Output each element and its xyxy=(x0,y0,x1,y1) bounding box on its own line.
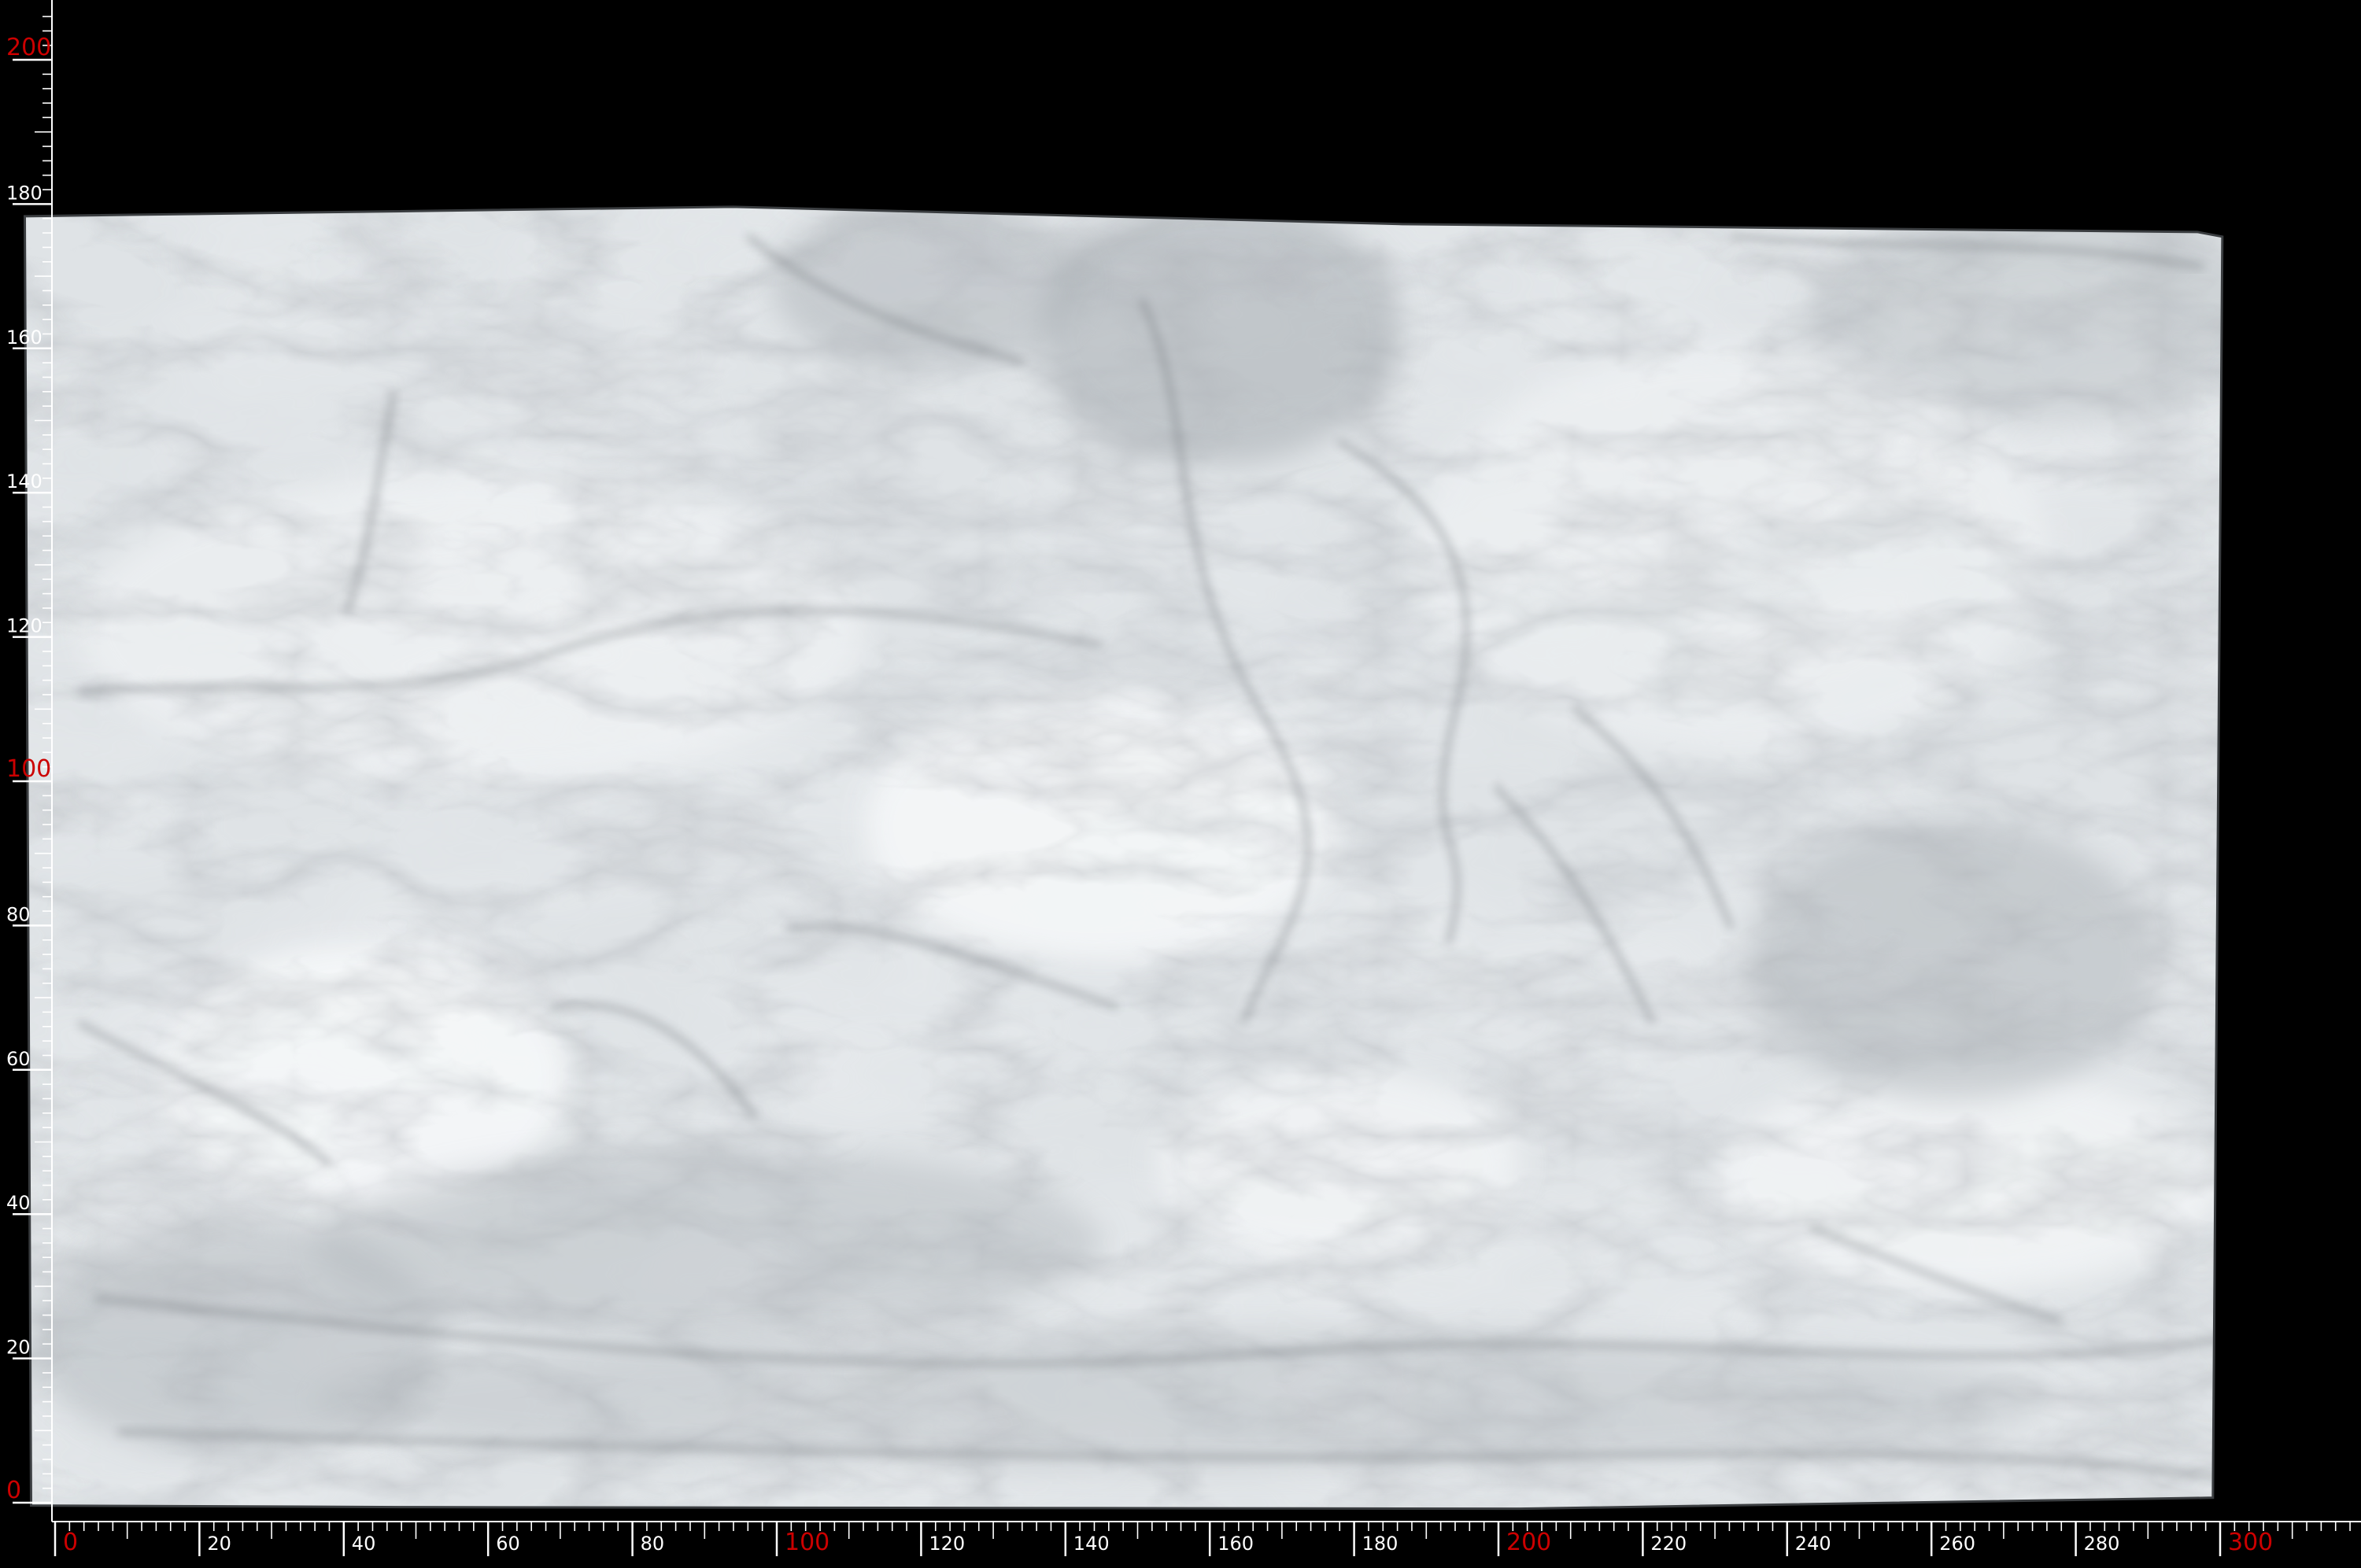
y-tick-label: 160 xyxy=(6,327,42,349)
x-tick-label: 160 xyxy=(1217,1533,1254,1555)
x-tick-label: 0 xyxy=(63,1529,78,1556)
x-tick-label: 180 xyxy=(1362,1533,1398,1555)
x-tick-label: 240 xyxy=(1795,1533,1831,1555)
y-tick-label: 200 xyxy=(6,34,51,61)
x-tick-label: 60 xyxy=(496,1533,520,1555)
y-tick-label: 40 xyxy=(6,1192,31,1214)
y-tick-label: 20 xyxy=(6,1337,31,1359)
y-tick-label: 100 xyxy=(6,755,51,783)
x-tick-label: 140 xyxy=(1073,1533,1110,1555)
slab-vein-texture xyxy=(24,206,2222,1509)
x-tick-label: 120 xyxy=(929,1533,965,1555)
y-tick-label: 60 xyxy=(6,1048,31,1070)
y-tick-label: 0 xyxy=(6,1477,21,1504)
horizontal-ruler: 0 20 40 60 80 100 120 140 160 180 200 220 240 260 280 3… xyxy=(52,1521,2361,1556)
x-tick-label: 300 xyxy=(2228,1529,2273,1556)
x-tick-label: 280 xyxy=(2084,1533,2120,1555)
slab-scene: 0 20 40 60 80 100 120 140 160 180 200 220 240 260 280 3… xyxy=(6,0,2361,1556)
y-tick-label: 140 xyxy=(6,470,42,493)
y-tick-label: 120 xyxy=(6,615,42,637)
x-tick-label: 200 xyxy=(1506,1529,1551,1556)
x-tick-label: 40 xyxy=(352,1533,376,1555)
y-tick-label: 180 xyxy=(6,182,42,204)
marble-slab xyxy=(24,206,2222,1509)
x-tick-label: 80 xyxy=(641,1533,665,1555)
slab-photo-viewer: 0 20 40 60 80 100 120 140 160 180 200 220 240 260 280 3… xyxy=(0,0,2361,1568)
x-tick-label: 100 xyxy=(785,1529,829,1556)
y-tick-label: 80 xyxy=(6,903,31,925)
x-tick-label: 20 xyxy=(207,1533,231,1555)
x-tick-label: 220 xyxy=(1650,1533,1687,1555)
x-tick-label: 260 xyxy=(1939,1533,1975,1555)
